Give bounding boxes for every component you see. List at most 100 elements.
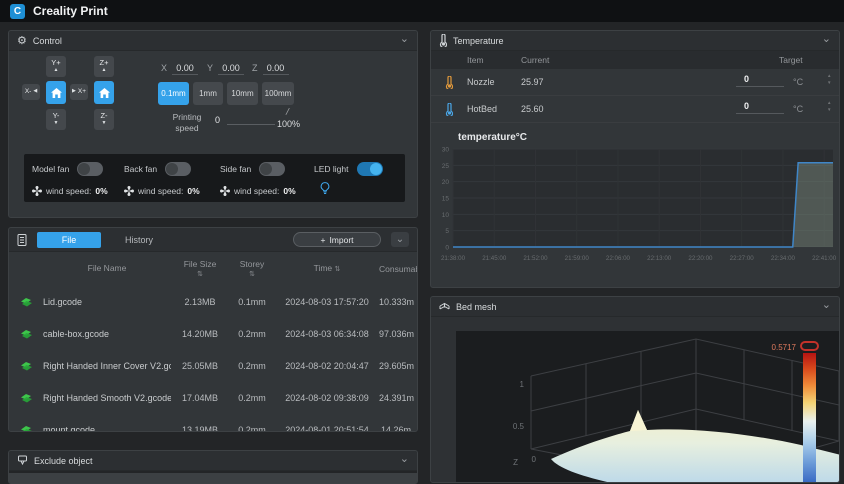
- col-file-name[interactable]: File Name: [43, 263, 171, 274]
- chevron-down-icon[interactable]: ⌄: [822, 298, 831, 311]
- move-z-minus-button[interactable]: Z- ▼: [94, 109, 114, 130]
- file-consumable: 97.036m: [379, 329, 414, 339]
- bed-mesh-icon: [439, 301, 450, 312]
- down-arrow-icon: ▼: [102, 121, 107, 127]
- file-time: 2024-08-02 09:38:09: [275, 393, 379, 403]
- file-size: 14.20MB: [171, 329, 229, 340]
- col-storey[interactable]: Storey ⇅: [229, 259, 275, 279]
- exclude-object-header[interactable]: Exclude object ⌄: [9, 451, 417, 471]
- nozzle-target-stepper[interactable]: ▲▼: [827, 73, 831, 87]
- hotbed-unit: °C: [793, 104, 803, 114]
- bed-mesh-header[interactable]: Bed mesh ⌄: [431, 297, 839, 317]
- svg-text:21:59:00: 21:59:00: [565, 255, 590, 262]
- hotbed-target-stepper[interactable]: ▲▼: [827, 100, 831, 114]
- move-y-minus-button[interactable]: Y- ▼: [46, 109, 66, 130]
- svg-text:22:06:00: 22:06:00: [606, 255, 631, 262]
- nozzle-target-input[interactable]: 0: [736, 74, 784, 87]
- file-time: 2024-08-02 20:04:47: [275, 361, 379, 371]
- app-title: Creality Print: [33, 4, 108, 18]
- file-row[interactable]: mount.gcode13.19MB0.2mm2024-08-01 20:51:…: [9, 414, 417, 432]
- file-name: Right Handed Smooth V2.gcode: [43, 393, 171, 403]
- temperature-panel-header[interactable]: Temperature ⌄: [431, 31, 839, 51]
- fan-icon: [32, 186, 42, 196]
- import-button[interactable]: + Import: [293, 232, 381, 247]
- step-button-100mm[interactable]: 100mm: [262, 82, 294, 105]
- step-button-1mm[interactable]: 1mm: [193, 82, 223, 105]
- tab-history[interactable]: History: [125, 235, 153, 245]
- temperature-table-header: Item Current Target: [431, 51, 839, 69]
- home-xy-button[interactable]: [46, 81, 66, 104]
- step-button-10mm[interactable]: 10mm: [227, 82, 258, 105]
- control-panel-title: Control: [33, 36, 62, 46]
- file-panel-collapse-button[interactable]: ⌄: [391, 232, 409, 247]
- file-row[interactable]: Right Handed Inner Cover V2.gcode25.05MB…: [9, 350, 417, 382]
- file-table-body: Lid.gcode2.13MB0.1mm2024-08-03 17:57:201…: [9, 286, 417, 432]
- svg-text:15: 15: [442, 196, 450, 203]
- file-row[interactable]: Right Handed Smooth V2.gcode17.04MB0.2mm…: [9, 382, 417, 414]
- z-axis-label: Z: [513, 458, 518, 467]
- fan-label: Side fan: [220, 164, 251, 174]
- file-row[interactable]: Lid.gcode2.13MB0.1mm2024-08-03 17:57:201…: [9, 286, 417, 318]
- wind-speed-label: wind speed:: [46, 186, 91, 196]
- col-time[interactable]: Time ⇅: [275, 263, 379, 274]
- svg-text:22:13:00: 22:13:00: [647, 255, 672, 262]
- tab-file[interactable]: File: [37, 232, 101, 248]
- file-name: mount.gcode: [43, 425, 171, 432]
- fan-column-back-fan: Back fanwind speed:0%: [124, 162, 200, 197]
- svg-text:22:20:00: 22:20:00: [688, 255, 713, 262]
- home-icon: [51, 88, 62, 98]
- file-storey: 0.1mm: [229, 297, 275, 307]
- svg-text:5: 5: [445, 228, 449, 235]
- file-name: cable-box.gcode: [43, 329, 171, 339]
- chevron-down-icon[interactable]: ⌄: [822, 32, 831, 45]
- col-consumable[interactable]: Consumable: [379, 264, 418, 274]
- file-consumable: 24.391m: [379, 393, 414, 403]
- model-fan-toggle[interactable]: [77, 162, 103, 176]
- printing-speed-track[interactable]: [227, 124, 275, 125]
- z-tick-0: 0: [532, 455, 537, 464]
- led-light-toggle[interactable]: [357, 162, 383, 176]
- nozzle-current: 25.97: [521, 77, 544, 87]
- back-fan-toggle[interactable]: [165, 162, 191, 176]
- fan-label: Back fan: [124, 164, 157, 174]
- col-file-size[interactable]: File Size ⇅: [171, 259, 229, 279]
- step-button-0.1mm[interactable]: 0.1mm: [158, 82, 189, 105]
- left-arrow-icon: ◀: [33, 89, 37, 95]
- wind-speed-value: 0%: [187, 186, 199, 196]
- coordinate-x: X0.00: [161, 63, 198, 75]
- nozzle-row: Nozzle 25.97 0 °C ▲▼: [431, 69, 839, 96]
- temperature-chart-svg: 05101520253021:38:0021:45:0021:52:0021:5…: [431, 143, 840, 269]
- home-z-button[interactable]: [94, 81, 114, 104]
- coordinate-y-value: 0.00: [218, 63, 244, 75]
- move-x-minus-button[interactable]: X- ◀: [22, 84, 40, 100]
- svg-text:0: 0: [445, 245, 449, 252]
- up-arrow-icon: ▲: [102, 68, 107, 74]
- control-panel-header[interactable]: ⚙ Control ⌄: [9, 31, 417, 51]
- printing-speed-input[interactable]: 0: [215, 115, 220, 125]
- fan-column-side-fan: Side fanwind speed:0%: [220, 162, 296, 197]
- nozzle-label: Nozzle: [467, 77, 495, 87]
- move-y-plus-button[interactable]: Y+ ▲: [46, 56, 66, 77]
- plus-icon: +: [320, 235, 325, 245]
- temperature-chart-title: temperature°C: [458, 132, 527, 143]
- sort-icon[interactable]: ⇅: [229, 270, 275, 279]
- chevron-down-icon[interactable]: ⌄: [400, 32, 409, 45]
- sort-icon[interactable]: ⇅: [335, 266, 341, 273]
- svg-text:20: 20: [442, 179, 450, 186]
- file-time: 2024-08-01 20:51:54: [275, 425, 379, 432]
- move-z-plus-button[interactable]: Z+ ▲: [94, 56, 114, 77]
- move-x-plus-button[interactable]: ▶ X+: [70, 84, 88, 100]
- z-tick-1: 1: [520, 380, 525, 389]
- file-size: 17.04MB: [171, 393, 229, 404]
- chevron-down-icon[interactable]: ⌄: [400, 452, 409, 465]
- home-icon: [99, 88, 110, 98]
- side-fan-toggle[interactable]: [259, 162, 285, 176]
- printing-speed-max: 100%: [277, 119, 300, 129]
- control-panel-body: Y+ ▲ Z+ ▲ X- ◀ ▶ X+ Y- ▼ Z- ▼: [9, 51, 417, 217]
- sort-icon[interactable]: ⇅: [171, 270, 229, 279]
- bed-mesh-plot[interactable]: 1 0.5 0 Z 0.5717: [456, 331, 840, 483]
- colorbar-max-label: 0.5717: [772, 343, 797, 352]
- file-row[interactable]: cable-box.gcode14.20MB0.2mm2024-08-03 06…: [9, 318, 417, 350]
- svg-text:21:38:00: 21:38:00: [441, 255, 466, 262]
- hotbed-target-input[interactable]: 0: [736, 101, 784, 114]
